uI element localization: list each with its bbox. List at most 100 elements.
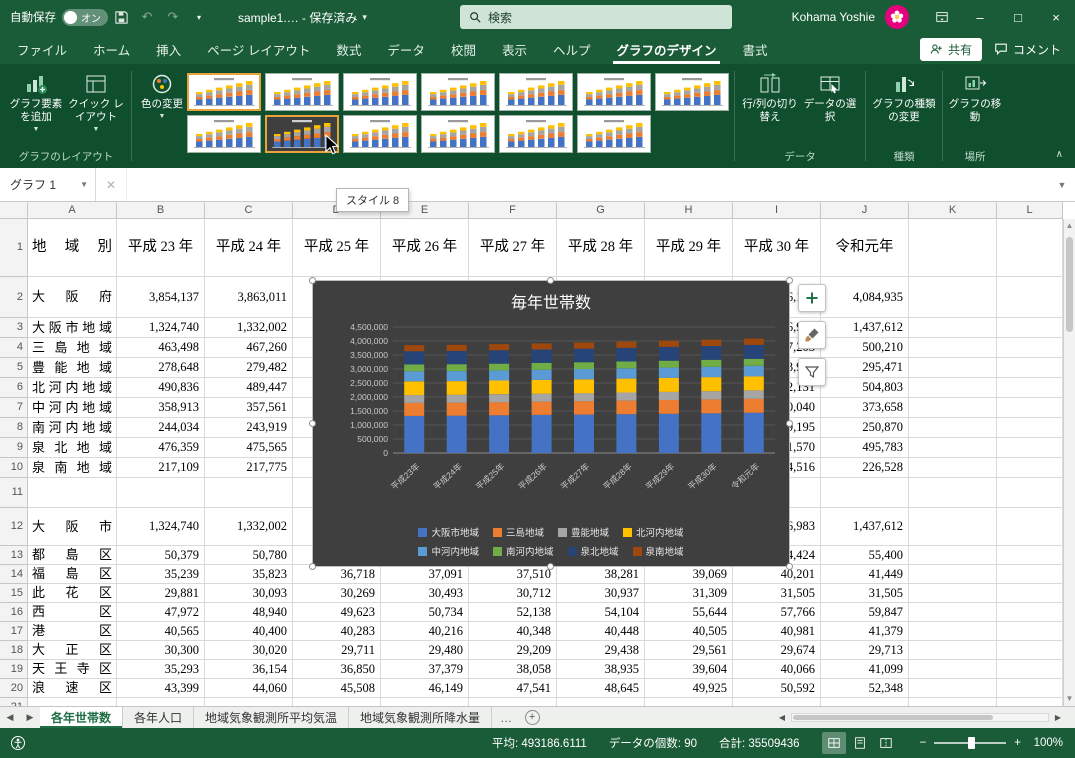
- cell-I21[interactable]: [733, 698, 821, 706]
- cell-I18[interactable]: 29,674: [733, 641, 821, 660]
- cell-L14[interactable]: [997, 565, 1063, 584]
- minimize-button[interactable]: –: [961, 0, 999, 34]
- page-layout-view-button[interactable]: [848, 732, 872, 754]
- cell-K7[interactable]: [909, 398, 997, 418]
- cell-J17[interactable]: 41,379: [821, 622, 909, 641]
- cell-K16[interactable]: [909, 603, 997, 622]
- cell-B21[interactable]: [117, 698, 205, 706]
- ribbon-display-options-button[interactable]: [923, 0, 961, 34]
- cell-A10[interactable]: 泉南地域: [28, 458, 117, 478]
- chevron-down-icon[interactable]: ▼: [80, 180, 95, 189]
- cell-J10[interactable]: 226,528: [821, 458, 909, 478]
- cell-H1[interactable]: 平成 29 年: [645, 219, 733, 277]
- cell-D1[interactable]: 平成 25 年: [293, 219, 381, 277]
- chart-style-thumb-r1-2[interactable]: [265, 73, 339, 111]
- status-count[interactable]: データの個数: 90: [609, 735, 697, 751]
- chart-style-thumb-r2-6[interactable]: [577, 115, 651, 153]
- cell-A8[interactable]: 南河内地域: [28, 418, 117, 438]
- chart-filters-button[interactable]: [798, 358, 826, 386]
- change-colors-button[interactable]: 色の変更 ▼: [137, 67, 187, 122]
- cell-K4[interactable]: [909, 338, 997, 358]
- status-average[interactable]: 平均: 493186.6111: [492, 735, 587, 751]
- row-header-14[interactable]: 14: [0, 565, 28, 584]
- cell-J14[interactable]: 41,449: [821, 565, 909, 584]
- cell-A13[interactable]: 都島区: [28, 546, 117, 565]
- chart-styles-button[interactable]: [798, 321, 826, 349]
- cell-C8[interactable]: 243,919: [205, 418, 293, 438]
- cell-A2[interactable]: 大阪府: [28, 277, 117, 318]
- row-header-8[interactable]: 8: [0, 418, 28, 438]
- row-header-18[interactable]: 18: [0, 641, 28, 660]
- cell-C15[interactable]: 30,093: [205, 584, 293, 603]
- chart[interactable]: 毎年世帯数 0500,0001,000,0001,500,0002,000,00…: [312, 280, 790, 567]
- cell-C19[interactable]: 36,154: [205, 660, 293, 679]
- row-header-7[interactable]: 7: [0, 398, 28, 418]
- chart-style-thumb-r1-5[interactable]: [499, 73, 573, 111]
- col-header-B[interactable]: B: [117, 202, 205, 219]
- chart-style-thumb-r1-7[interactable]: [655, 73, 729, 111]
- cell-D17[interactable]: 40,283: [293, 622, 381, 641]
- select-all-corner[interactable]: [0, 202, 28, 219]
- chart-resize-handle[interactable]: [309, 563, 316, 570]
- horizontal-scroll-track[interactable]: [791, 713, 1049, 722]
- cell-H19[interactable]: 39,604: [645, 660, 733, 679]
- col-header-A[interactable]: A: [28, 202, 117, 219]
- row-header-19[interactable]: 19: [0, 660, 28, 679]
- cell-F21[interactable]: [469, 698, 557, 706]
- cell-J5[interactable]: 295,471: [821, 358, 909, 378]
- cell-B11[interactable]: [117, 478, 205, 508]
- cell-H20[interactable]: 49,925: [645, 679, 733, 698]
- row-header-20[interactable]: 20: [0, 679, 28, 698]
- expand-formula-bar-button[interactable]: ▼: [1049, 168, 1075, 201]
- row-header-21[interactable]: 21: [0, 698, 28, 706]
- cell-F20[interactable]: 47,541: [469, 679, 557, 698]
- cell-L20[interactable]: [997, 679, 1063, 698]
- cell-C13[interactable]: 50,780: [205, 546, 293, 565]
- cell-B15[interactable]: 29,881: [117, 584, 205, 603]
- sheet-tab-各年世帯数[interactable]: 各年世帯数: [40, 707, 123, 728]
- new-sheet-button[interactable]: +: [520, 707, 544, 728]
- cell-C20[interactable]: 44,060: [205, 679, 293, 698]
- cell-B16[interactable]: 47,972: [117, 603, 205, 622]
- cell-B17[interactable]: 40,565: [117, 622, 205, 641]
- chart-style-thumb-r2-3[interactable]: [343, 115, 417, 153]
- cell-G17[interactable]: 40,448: [557, 622, 645, 641]
- zoom-slider-thumb[interactable]: [968, 737, 975, 749]
- cell-B4[interactable]: 463,498: [117, 338, 205, 358]
- cell-C9[interactable]: 475,565: [205, 438, 293, 458]
- avatar[interactable]: [885, 5, 909, 29]
- cell-J12[interactable]: 1,437,612: [821, 508, 909, 546]
- chart-style-thumb-r2-1[interactable]: [187, 115, 261, 153]
- cell-K5[interactable]: [909, 358, 997, 378]
- cell-H21[interactable]: [645, 698, 733, 706]
- tab-挿入[interactable]: 挿入: [143, 34, 194, 64]
- cell-C12[interactable]: 1,332,002: [205, 508, 293, 546]
- redo-button[interactable]: ↷: [160, 0, 186, 34]
- tab-数式[interactable]: 数式: [323, 34, 374, 64]
- cell-J21[interactable]: [821, 698, 909, 706]
- tab-データ[interactable]: データ: [374, 34, 438, 64]
- cell-L3[interactable]: [997, 318, 1063, 338]
- cell-K2[interactable]: [909, 277, 997, 318]
- cell-A16[interactable]: 西区: [28, 603, 117, 622]
- cell-K19[interactable]: [909, 660, 997, 679]
- sheet-tab-地域気象観測所降水量[interactable]: 地域気象観測所降水量: [349, 707, 492, 728]
- undo-button[interactable]: ↶: [134, 0, 160, 34]
- cell-K10[interactable]: [909, 458, 997, 478]
- cell-K21[interactable]: [909, 698, 997, 706]
- row-header-3[interactable]: 3: [0, 318, 28, 338]
- row-header-13[interactable]: 13: [0, 546, 28, 565]
- normal-view-button[interactable]: [822, 732, 846, 754]
- cell-L9[interactable]: [997, 438, 1063, 458]
- scroll-down-icon[interactable]: ▼: [1064, 692, 1075, 706]
- cell-G15[interactable]: 30,937: [557, 584, 645, 603]
- cell-A9[interactable]: 泉北地域: [28, 438, 117, 458]
- collapse-ribbon-button[interactable]: ∧: [1056, 149, 1063, 160]
- cell-A11[interactable]: [28, 478, 117, 508]
- cell-L21[interactable]: [997, 698, 1063, 706]
- cell-E1[interactable]: 平成 26 年: [381, 219, 469, 277]
- row-header-10[interactable]: 10: [0, 458, 28, 478]
- cell-J15[interactable]: 31,505: [821, 584, 909, 603]
- cell-A5[interactable]: 豊能地域: [28, 358, 117, 378]
- cell-E18[interactable]: 29,480: [381, 641, 469, 660]
